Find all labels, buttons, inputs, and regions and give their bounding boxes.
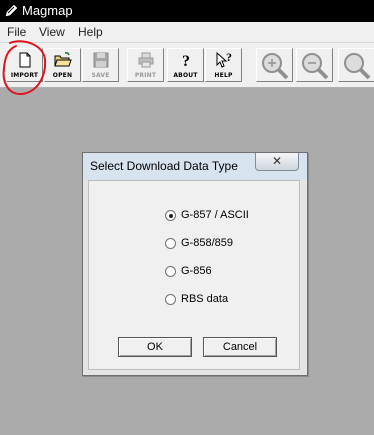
zoom-button[interactable] [338, 48, 374, 82]
zoom-in-icon [262, 53, 289, 80]
import-label: IMPORT [10, 72, 39, 79]
help-button[interactable]: ? HELP [205, 48, 242, 82]
menu-file[interactable]: File [7, 25, 26, 39]
import-button[interactable]: IMPORT [6, 48, 43, 82]
radio-button[interactable] [165, 266, 176, 277]
menu-view[interactable]: View [39, 25, 65, 39]
menu-bar: File View Help [0, 22, 374, 43]
radio-button[interactable] [165, 238, 176, 249]
help-pointer-icon: ? [216, 51, 232, 68]
radio-button[interactable] [165, 294, 176, 305]
save-label: SAVE [91, 72, 110, 79]
svg-text:?: ? [182, 53, 190, 69]
print-button[interactable]: PRINT [127, 48, 164, 82]
svg-text:?: ? [226, 51, 232, 64]
dialog-body: G-857 / ASCII G-858/859 G-856 RBS data O… [88, 180, 300, 370]
floppy-disk-icon [93, 52, 109, 68]
printer-icon [138, 52, 154, 68]
radio-label: G-856 [181, 265, 212, 277]
cancel-button[interactable]: Cancel [203, 337, 277, 357]
question-mark-icon: ? [182, 53, 190, 69]
radio-selected-dot [168, 213, 173, 218]
about-label: ABOUT [173, 72, 198, 79]
new-document-icon [19, 52, 31, 68]
about-button[interactable]: ? ABOUT [167, 48, 204, 82]
zoom-out-icon [302, 53, 329, 80]
open-folder-icon [54, 52, 72, 67]
pencil-icon [5, 4, 18, 17]
radio-label: G-858/859 [181, 237, 233, 249]
help-label: HELP [214, 72, 233, 79]
select-download-data-type-dialog: Select Download Data Type ✕ G-857 / ASCI… [82, 152, 308, 376]
dialog-title: Select Download Data Type [90, 159, 238, 173]
toolbar: IMPORT OPEN SAVE PRINT ? ABOUT ? HELP [0, 43, 374, 88]
ok-button[interactable]: OK [118, 337, 192, 357]
zoom-out-button[interactable] [296, 48, 333, 82]
window-titlebar[interactable]: Magmap [0, 0, 374, 22]
close-icon: ✕ [271, 154, 283, 168]
dialog-titlebar[interactable]: Select Download Data Type ✕ [83, 153, 307, 180]
radio-button[interactable] [165, 210, 176, 221]
zoom-icon [344, 53, 371, 80]
print-label: PRINT [134, 72, 157, 79]
radio-label: RBS data [181, 293, 229, 305]
zoom-in-button[interactable] [256, 48, 293, 82]
open-button[interactable]: OPEN [44, 48, 81, 82]
open-label: OPEN [52, 72, 73, 79]
menu-help[interactable]: Help [78, 25, 103, 39]
radio-label: G-857 / ASCII [181, 209, 249, 221]
save-button[interactable]: SAVE [82, 48, 119, 82]
dialog-close-button[interactable]: ✕ [255, 153, 299, 171]
window-title: Magmap [22, 3, 73, 18]
